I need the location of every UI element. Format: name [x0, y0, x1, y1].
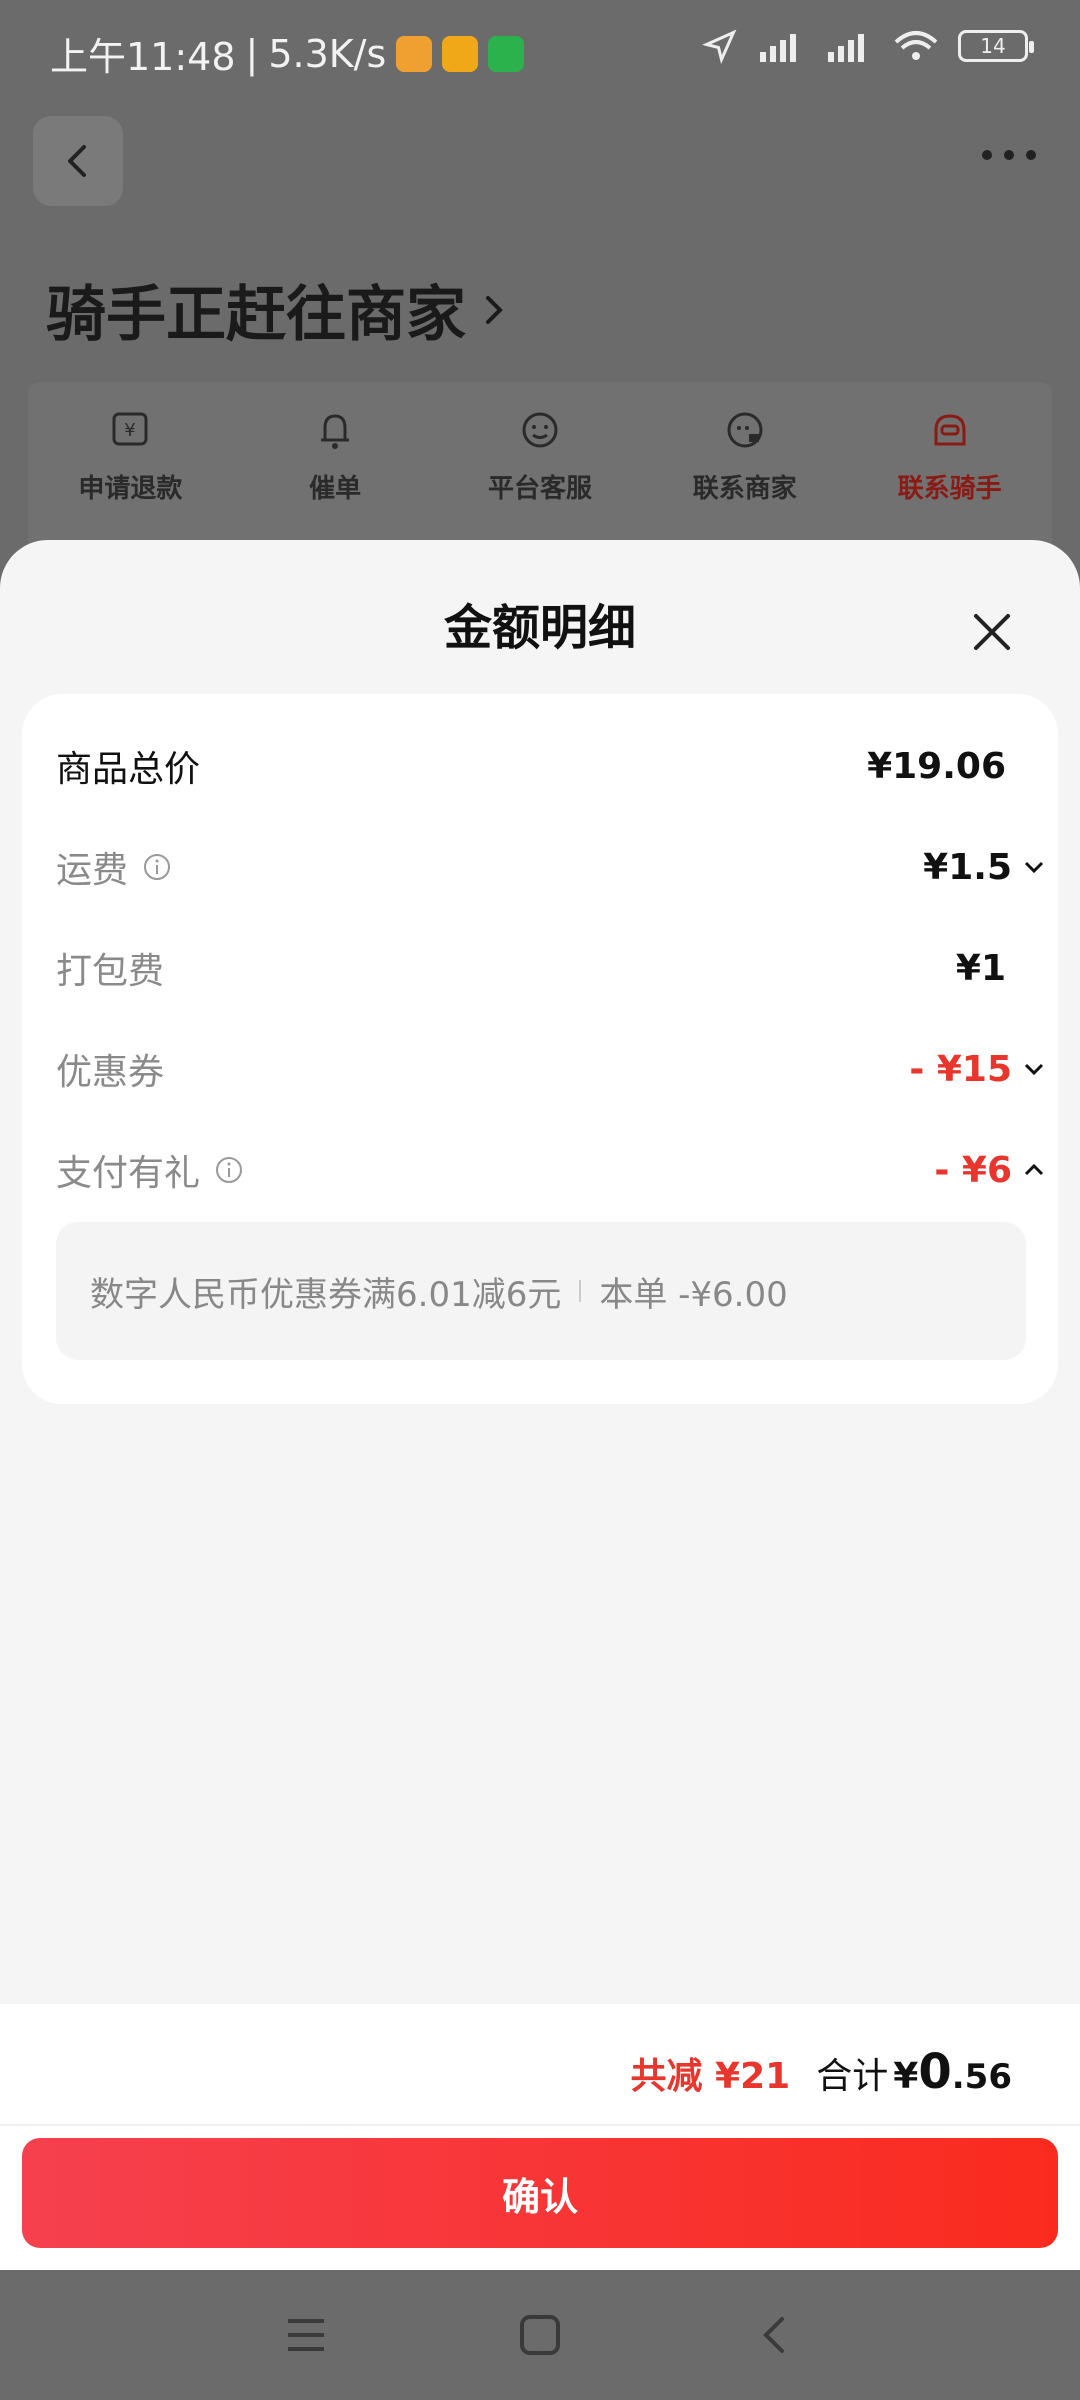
amount-card: 商品总价 ¥19.06 运费 ¥1.5 打包费 ¥1 优惠券 - ¥15 支付有… — [22, 694, 1058, 1404]
total-integer: 0 — [918, 2044, 952, 2100]
row-value: ¥1.5 — [923, 846, 1012, 888]
row-value: - ¥6 — [934, 1149, 1012, 1191]
row-goods-total: 商品总价 ¥19.06 — [56, 736, 1046, 796]
info-icon[interactable] — [214, 1155, 244, 1185]
refund-icon: ¥ — [112, 412, 148, 446]
row-value-wrap: - ¥15 — [909, 1049, 1046, 1090]
order-status-title[interactable]: 骑手正赶往商家 — [46, 266, 508, 353]
status-net-speed: 5.3K/s — [268, 31, 387, 76]
rider-icon — [934, 414, 966, 446]
status-separator: | — [245, 31, 259, 76]
close-icon[interactable] — [968, 608, 1016, 656]
more-dot — [1026, 150, 1036, 160]
row-label: 支付有礼 — [56, 1153, 201, 1194]
sheet-title: 金额明细 — [443, 600, 636, 656]
row-label: 商品总价 — [56, 749, 201, 790]
action-contact-merchant[interactable]: 联系商家 — [655, 408, 835, 552]
row-value: ¥1 — [955, 947, 1006, 989]
system-nav-bar — [0, 2270, 1080, 2400]
info-icon[interactable] — [142, 852, 172, 882]
payment-gift-detail: 数字人民币优惠券满6.01减6元 本单 -¥6.00 — [56, 1222, 1026, 1360]
chevron-left-icon — [68, 145, 86, 177]
more-dot — [982, 150, 992, 160]
signal-icon — [760, 34, 796, 62]
row-label-wrap: 支付有礼 — [56, 1144, 244, 1196]
total-amount: 合计 ¥0.56 — [816, 2044, 1012, 2100]
status-right: 14 — [702, 28, 1034, 64]
total-decimal: .56 — [951, 2057, 1012, 2097]
detail-separator — [579, 1280, 582, 1302]
svg-text:¥: ¥ — [125, 420, 136, 441]
row-value: - ¥15 — [909, 1048, 1012, 1090]
action-platform-service[interactable]: 平台客服 — [450, 408, 630, 552]
order-status-text: 骑手正赶往商家 — [46, 280, 466, 350]
merchant-icon — [727, 412, 763, 448]
row-delivery-fee[interactable]: 运费 ¥1.5 — [56, 837, 1046, 897]
gallery-notification-icon — [396, 35, 433, 72]
action-contact-rider[interactable]: 联系骑手 — [860, 408, 1040, 552]
chevron-right-icon — [486, 295, 503, 324]
location-icon — [702, 29, 737, 64]
row-coupon[interactable]: 优惠券 - ¥15 — [56, 1039, 1046, 1099]
total-label: 合计 — [816, 2056, 889, 2097]
menu-icon[interactable] — [284, 2315, 328, 2355]
row-label: 打包费 — [56, 951, 165, 992]
totals: 共减 ¥21 合计 ¥0.56 — [631, 2044, 1013, 2100]
chevron-up-icon — [1024, 1163, 1044, 1176]
status-time: 上午11:48 — [50, 35, 236, 79]
signal-icon-2 — [828, 34, 864, 62]
action-urge-label: 催单 — [309, 474, 362, 504]
row-value-wrap: - ¥6 — [934, 1150, 1046, 1191]
total-yen: ¥ — [893, 2056, 919, 2097]
wifi-icon — [894, 31, 938, 60]
row-payment-gift[interactable]: 支付有礼 - ¥6 — [56, 1140, 1046, 1200]
row-value: ¥19.06 — [867, 745, 1006, 787]
action-refund-label: 申请退款 — [78, 474, 183, 504]
more-button[interactable] — [982, 150, 1036, 160]
row-label-wrap: 运费 — [56, 841, 172, 893]
action-refund[interactable]: ¥ 申请退款 — [40, 408, 220, 552]
detail-text: 数字人民币优惠券满6.01减6元 — [90, 1274, 562, 1315]
row-value-wrap: ¥1.5 — [923, 847, 1046, 888]
bell-icon — [321, 414, 350, 449]
divider — [0, 2124, 1080, 2126]
back-button[interactable] — [33, 116, 123, 206]
battery-indicator: 14 — [958, 30, 1034, 62]
action-urge[interactable]: 催单 — [245, 408, 425, 552]
phone-notification-icon — [488, 35, 525, 72]
sheet-footer: 共减 ¥21 合计 ¥0.56 确认 — [0, 2004, 1080, 2270]
confirm-button[interactable]: 确认 — [22, 2138, 1058, 2248]
row-packing-fee: 打包费 ¥1 — [56, 938, 1046, 998]
detail-amount: 本单 -¥6.00 — [599, 1274, 788, 1315]
service-icon — [522, 412, 558, 448]
action-contact-rider-label: 联系骑手 — [897, 474, 1002, 504]
cloud-notification-icon — [442, 35, 479, 72]
row-label: 优惠券 — [56, 1052, 165, 1093]
chevron-down-icon — [1024, 1063, 1044, 1076]
chevron-down-icon — [1024, 861, 1044, 874]
home-icon[interactable] — [518, 2313, 562, 2357]
action-contact-merchant-label: 联系商家 — [692, 474, 797, 504]
order-action-bar: ¥ 申请退款 催单 平台客服 联系商家 联系骑手 — [28, 382, 1052, 552]
status-bar: 上午11:48 | 5.3K/s 14 — [0, 0, 1080, 100]
row-label: 运费 — [56, 850, 129, 891]
back-nav-icon[interactable] — [752, 2313, 796, 2357]
total-saved: 共减 ¥21 — [630, 2056, 791, 2097]
action-platform-service-label: 平台客服 — [487, 474, 592, 504]
more-dot — [1004, 150, 1014, 160]
status-left: 上午11:48 | 5.3K/s — [50, 26, 525, 81]
